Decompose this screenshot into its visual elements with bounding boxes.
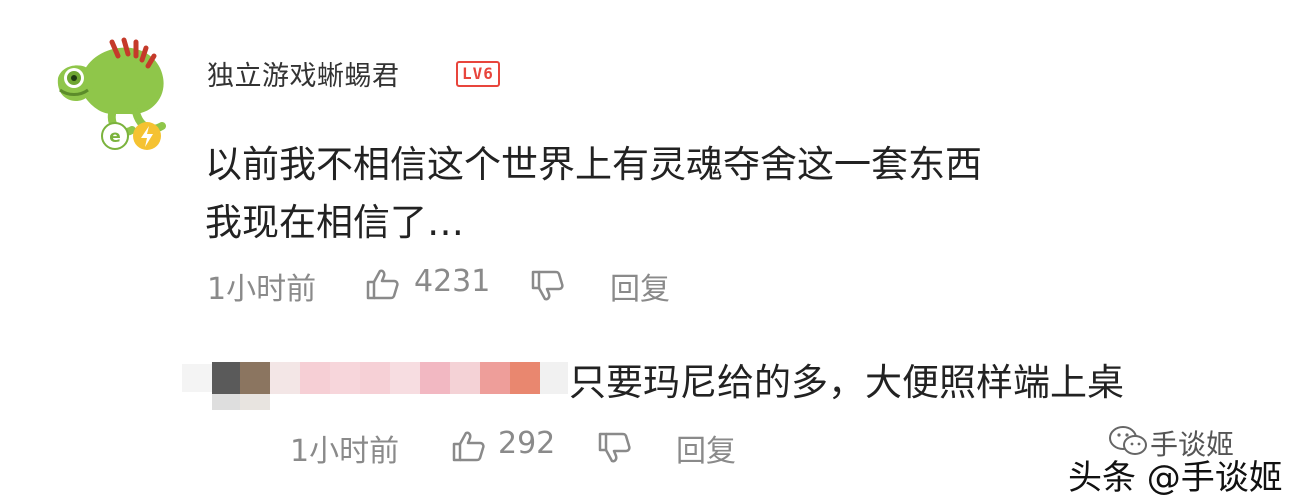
thumbs-up-icon[interactable] [364, 266, 400, 302]
thumbs-down-icon[interactable] [529, 268, 565, 304]
bolt-badge-icon [133, 122, 161, 150]
reply-time: 1小时前 [290, 434, 400, 469]
reply-reply-button[interactable]: 回复 [676, 426, 736, 470]
comment-time: 1小时前 [207, 272, 317, 307]
e-badge-icon: e [101, 122, 129, 150]
watermark-toutiao: 头条 @手谈姬 [1068, 458, 1283, 498]
reply-text: 只要玛尼给的多，大便照样端上桌 [569, 361, 1124, 404]
reply-like-count: 292 [498, 426, 556, 461]
comment-text-line-2: 我现在相信了… [205, 201, 464, 244]
reply-button[interactable]: 回复 [610, 264, 670, 308]
thumbs-down-icon[interactable] [596, 430, 632, 466]
thumbs-up-icon[interactable] [450, 428, 486, 464]
comment-text-line-1: 以前我不相信这个世界上有灵魂夺舍这一套东西 [205, 143, 982, 186]
username[interactable]: 独立游戏蜥蜴君 [207, 54, 400, 93]
svg-text:e: e [109, 127, 121, 147]
like-count: 4231 [414, 264, 491, 299]
level-badge: LV6 [456, 61, 500, 87]
